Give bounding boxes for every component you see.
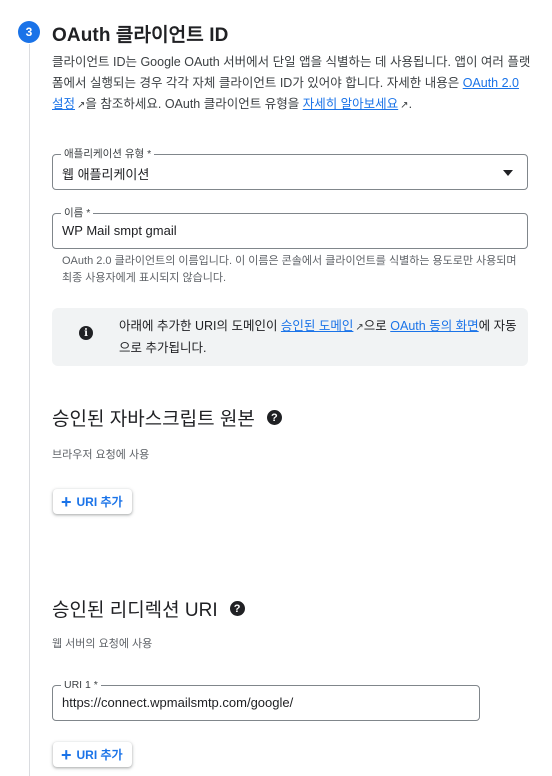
- domain-info-box: i 아래에 추가한 URI의 도메인이 승인된 도메인 ↗으로 OAuth 동의 …: [52, 308, 528, 366]
- add-redirect-uri-button[interactable]: + URI 추가: [53, 742, 132, 767]
- client-name-value: WP Mail smpt gmail: [62, 223, 177, 238]
- application-type-select[interactable]: 애플리케이션 유형 * 웹 애플리케이션: [52, 147, 528, 190]
- external-link-icon: ↗: [400, 100, 409, 111]
- description-text: 클라이언트 ID는 Google OAuth 서버에서 단일 앱을 식별하는 데…: [52, 52, 532, 116]
- help-icon[interactable]: ?: [229, 601, 245, 616]
- step-title: OAuth 클라이언트 ID: [52, 25, 229, 46]
- redirect-uris-title: 승인된 리디렉션 URI: [52, 600, 218, 621]
- redirect-uri-1-label: URI 1 *: [61, 678, 101, 692]
- description-part: 을 참조하세요. OAuth 클라이언트 유형을: [85, 97, 303, 111]
- info-text: 아래에 추가한 URI의 도메인이 승인된 도메인 ↗으로 OAuth 동의 화면…: [119, 316, 519, 358]
- redirect-uri-1-value: https://connect.wpmailsmtp.com/google/: [62, 695, 294, 710]
- info-icon: i: [79, 326, 93, 340]
- learn-more-link[interactable]: 자세히 알아보세요: [303, 97, 398, 111]
- redirect-uris-section-title: 승인된 리디렉션 URI ?: [52, 595, 245, 622]
- js-origins-subtitle: 브라우저 요청에 사용: [52, 449, 150, 461]
- application-type-label: 애플리케이션 유형 *: [61, 147, 155, 161]
- step-connector-line: [29, 44, 30, 776]
- external-link-icon: ↗: [355, 322, 364, 333]
- client-name-input[interactable]: 이름 * WP Mail smpt gmail: [52, 206, 528, 249]
- step-number-badge: 3: [18, 21, 40, 43]
- consent-screen-link[interactable]: OAuth 동의 화면: [390, 319, 478, 333]
- description-part: 클라이언트 ID는 Google OAuth 서버에서 단일 앱을 식별하는 데…: [52, 55, 531, 90]
- info-part: 으로: [363, 319, 391, 333]
- add-uri-label: URI 추가: [76, 748, 123, 762]
- dropdown-arrow-icon: [503, 170, 513, 176]
- description-part: .: [408, 97, 413, 111]
- client-name-hint: OAuth 2.0 클라이언트의 이름입니다. 이 이름은 콘솔에서 클라이언트…: [62, 255, 517, 284]
- help-icon[interactable]: ?: [266, 410, 282, 425]
- redirect-uri-1-input[interactable]: URI 1 * https://connect.wpmailsmtp.com/g…: [52, 678, 480, 721]
- js-origins-section-title: 승인된 자바스크립트 원본 ?: [52, 404, 282, 431]
- redirect-uris-subtitle: 웹 서버의 요청에 사용: [52, 638, 153, 650]
- plus-icon: +: [61, 491, 72, 512]
- js-origins-title: 승인된 자바스크립트 원본: [52, 409, 255, 430]
- add-js-origin-uri-button[interactable]: + URI 추가: [53, 489, 132, 514]
- add-uri-label: URI 추가: [76, 495, 123, 509]
- authorized-domains-link[interactable]: 승인된 도메인: [281, 319, 353, 333]
- info-part: 아래에 추가한 URI의 도메인이: [119, 319, 281, 333]
- plus-icon: +: [61, 744, 72, 765]
- application-type-value: 웹 애플리케이션: [62, 167, 150, 182]
- client-name-label: 이름 *: [61, 206, 94, 220]
